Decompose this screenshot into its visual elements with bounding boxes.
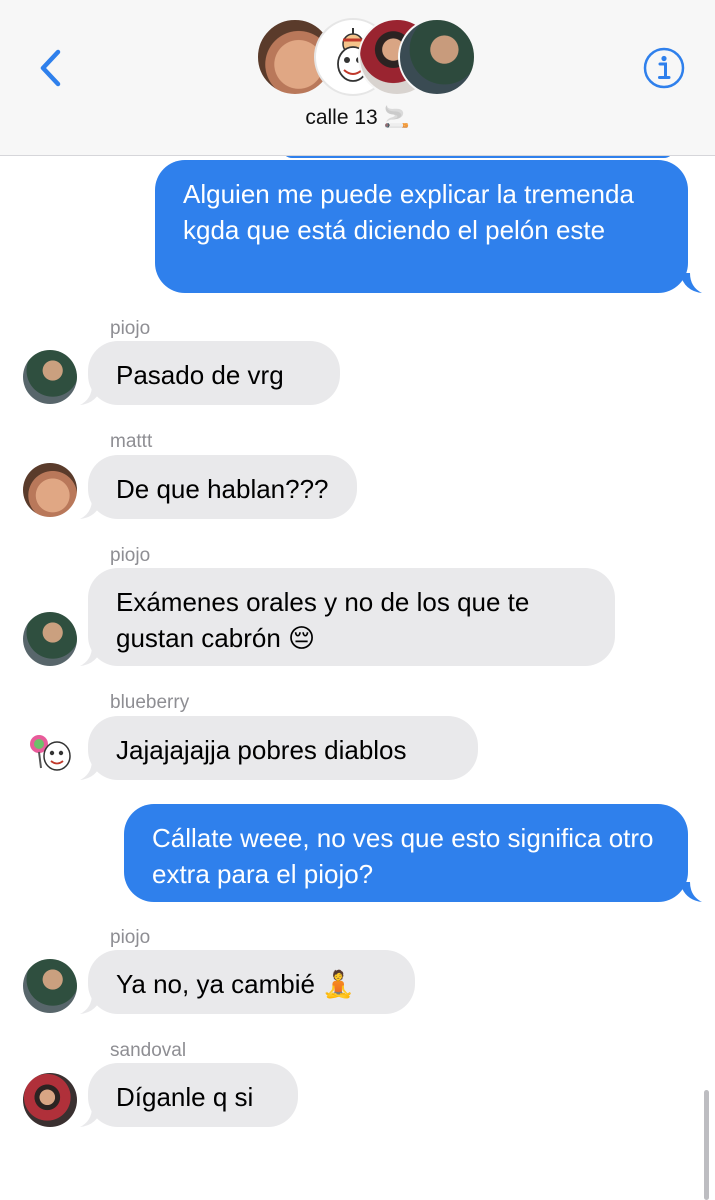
sender-avatar[interactable] [23, 463, 77, 517]
message-bubble-incoming[interactable]: De que hablan??? [88, 455, 357, 519]
scrollbar[interactable] [704, 1090, 709, 1200]
message-bubble-outgoing[interactable]: Alguien me puede explicar la tremenda kg… [155, 160, 688, 293]
sender-avatar[interactable] [23, 1073, 77, 1127]
sender-avatar[interactable] [23, 350, 77, 404]
message-bubble-incoming[interactable]: Díganle q si [88, 1063, 298, 1127]
message-text: Jajajajajja pobres diablos [116, 735, 407, 765]
bubble-tail [80, 499, 102, 519]
message-bubble-incoming[interactable]: Ya no, ya cambié 🧘 [88, 950, 415, 1014]
sender-name: mattt [110, 431, 153, 452]
bubble-tail [80, 760, 102, 780]
member-avatar [398, 18, 476, 96]
sender-avatar[interactable] [23, 724, 77, 778]
message-bubble-incoming[interactable]: Exámenes orales y no de los que te gusta… [88, 568, 615, 666]
bubble-tail [80, 385, 102, 405]
sender-name: sandoval [110, 1040, 187, 1061]
chat-header: calle 13 🚬 [0, 0, 715, 156]
bubble-tail [680, 273, 702, 293]
bubble-tail [80, 646, 102, 666]
info-icon [643, 47, 685, 89]
message-text: Ya no, ya cambié 🧘 [116, 969, 355, 999]
message-text: Pasado de vrg [116, 360, 284, 390]
message-bubble-outgoing[interactable]: Cállate weee, no ves que esto significa … [124, 804, 688, 902]
message-text: Díganle q si [116, 1082, 254, 1112]
chevron-left-icon [40, 49, 61, 87]
sender-avatar[interactable] [23, 612, 77, 666]
bubble-tail [680, 882, 702, 902]
back-button[interactable] [30, 40, 70, 96]
sender-avatar[interactable] [23, 959, 77, 1013]
sender-name: piojo [110, 318, 151, 339]
bubble-tail [80, 994, 102, 1014]
message-text: De que hablan??? [116, 474, 329, 504]
sender-name: piojo [110, 545, 151, 566]
group-avatars[interactable] [256, 18, 476, 96]
message-bubble-incoming[interactable]: Jajajajajja pobres diablos [88, 716, 478, 780]
message-text: Exámenes orales y no de los que te gusta… [116, 587, 530, 653]
info-button[interactable] [642, 46, 686, 90]
bubble-tail [80, 1107, 102, 1127]
message-text: Alguien me puede explicar la tremenda kg… [183, 179, 634, 245]
group-name[interactable]: calle 13 🚬 [0, 106, 715, 130]
message-bubble-incoming[interactable]: Pasado de vrg [88, 341, 340, 405]
sender-name: piojo [110, 927, 151, 948]
sender-name: blueberry [110, 692, 190, 713]
message-text: Cállate weee, no ves que esto significa … [152, 823, 654, 889]
